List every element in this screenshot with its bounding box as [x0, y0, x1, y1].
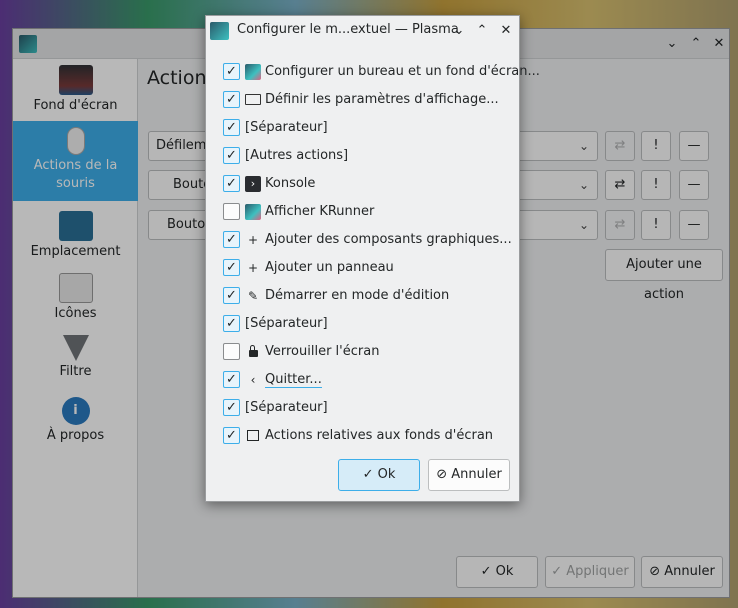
option-label: [Séparateur] — [245, 316, 328, 331]
menu-option-row[interactable]: ✓ [Séparateur] — [223, 397, 513, 419]
button-label: Ok — [377, 467, 396, 482]
menu-option-row[interactable]: ✓ › Konsole — [223, 173, 513, 195]
dialog-ok-button[interactable]: ✓ Ok — [338, 459, 420, 491]
option-label: Afficher KRunner — [265, 204, 375, 219]
checkmark-icon: ✓ — [226, 92, 237, 107]
dialog-cancel-button[interactable]: ⊘ Annuler — [428, 459, 510, 491]
checkmark-icon: ✓ — [226, 176, 237, 191]
dialog-title: Configurer le m...extuel — Plasma — [237, 22, 459, 37]
menu-option-row[interactable]: ✓ Configurer un bureau et un fond d'écran… — [223, 61, 540, 83]
menu-option-row[interactable]: ✓ + Ajouter des composants graphiques... — [223, 229, 513, 251]
checkmark-icon: ✓ — [226, 400, 237, 415]
pencil-icon: ✎ — [247, 289, 259, 303]
checkmark-icon: ✓ — [226, 372, 237, 387]
menu-option-row[interactable]: Verrouiller l'écran — [223, 341, 513, 363]
menu-option-row[interactable]: ✓ [Autres actions] — [223, 145, 513, 167]
checkmark-icon: ✓ — [226, 120, 237, 135]
checkmark-icon: ✓ — [226, 288, 237, 303]
option-checkbox[interactable]: ✓ — [223, 399, 240, 416]
option-checkbox[interactable]: ✓ — [223, 91, 240, 108]
option-checkbox[interactable]: ✓ — [223, 119, 240, 136]
menu-option-row[interactable]: Afficher KRunner — [223, 201, 513, 223]
wallpaper-icon — [245, 428, 261, 444]
dialog-titlebar: Configurer le m...extuel — Plasma ⌄ ⌃ ✕ — [206, 16, 519, 46]
option-label: Konsole — [265, 176, 316, 191]
option-label: Verrouiller l'écran — [265, 344, 380, 359]
checkmark-icon: ✓ — [226, 316, 237, 331]
menu-option-row[interactable]: ✓ + Ajouter un panneau — [223, 257, 513, 279]
button-label: Annuler — [451, 467, 502, 482]
option-checkbox[interactable]: ✓ — [223, 287, 240, 304]
option-label: [Séparateur] — [245, 400, 328, 415]
option-label: Ajouter un panneau — [265, 260, 394, 275]
option-label: Quitter... — [265, 372, 322, 388]
option-checkbox[interactable]: ✓ — [223, 315, 240, 332]
option-label: Actions relatives aux fonds d'écran — [265, 428, 494, 443]
option-label: Démarrer en mode d'édition — [265, 288, 450, 303]
option-label: [Séparateur] — [245, 120, 328, 135]
menu-option-row[interactable]: ✓ ✎ Démarrer en mode d'édition — [223, 285, 513, 307]
dialog-maximize-button[interactable]: ⌃ — [473, 22, 491, 40]
cancel-icon: ⊘ — [436, 467, 452, 482]
plasma-app-icon — [210, 22, 229, 40]
plus-icon: + — [247, 233, 259, 247]
display-icon — [245, 94, 261, 105]
option-checkbox[interactable]: ✓ — [223, 371, 240, 388]
configure-context-menu-dialog: Configurer le m...extuel — Plasma ⌄ ⌃ ✕ … — [205, 15, 540, 502]
option-label: [Autres actions] — [245, 148, 349, 163]
checkmark-icon: ✓ — [226, 260, 237, 275]
option-checkbox[interactable]: ✓ — [223, 175, 240, 192]
menu-option-row[interactable]: ✓ Actions relatives aux fonds d'écran — [223, 425, 513, 447]
option-checkbox[interactable]: ✓ — [223, 63, 240, 80]
chevron-left-icon: ‹ — [250, 373, 256, 387]
option-checkbox[interactable]: ✓ — [223, 427, 240, 444]
checkmark-icon: ✓ — [226, 64, 237, 79]
option-label: Ajouter des composants graphiques... — [265, 232, 512, 247]
option-checkbox[interactable]: ✓ — [223, 147, 240, 164]
option-checkbox[interactable]: ✓ — [223, 231, 240, 248]
checkmark-icon: ✓ — [226, 148, 237, 163]
desktop-wallpaper-icon — [245, 64, 261, 80]
lock-icon — [245, 344, 261, 360]
dialog-minimize-button[interactable]: ⌄ — [450, 22, 468, 40]
menu-option-row[interactable]: ✓ Définir les paramètres d'affichage... — [223, 89, 513, 111]
konsole-icon: › — [245, 176, 261, 192]
option-checkbox[interactable]: ✓ — [223, 259, 240, 276]
option-label: Définir les paramètres d'affichage... — [265, 92, 499, 107]
menu-option-row[interactable]: ✓ [Séparateur] — [223, 313, 513, 335]
menu-option-row[interactable]: ✓ ‹ Quitter... — [223, 369, 513, 391]
option-checkbox[interactable] — [223, 203, 240, 220]
plus-icon: + — [247, 261, 259, 275]
dialog-close-button[interactable]: ✕ — [497, 22, 515, 40]
checkmark-icon: ✓ — [226, 232, 237, 247]
check-icon: ✓ — [362, 467, 378, 482]
option-label: Configurer un bureau et un fond d'écran.… — [265, 64, 540, 79]
option-checkbox[interactable] — [223, 343, 240, 360]
checkmark-icon: ✓ — [226, 428, 237, 443]
krunner-icon — [245, 204, 261, 220]
menu-option-row[interactable]: ✓ [Séparateur] — [223, 117, 513, 139]
